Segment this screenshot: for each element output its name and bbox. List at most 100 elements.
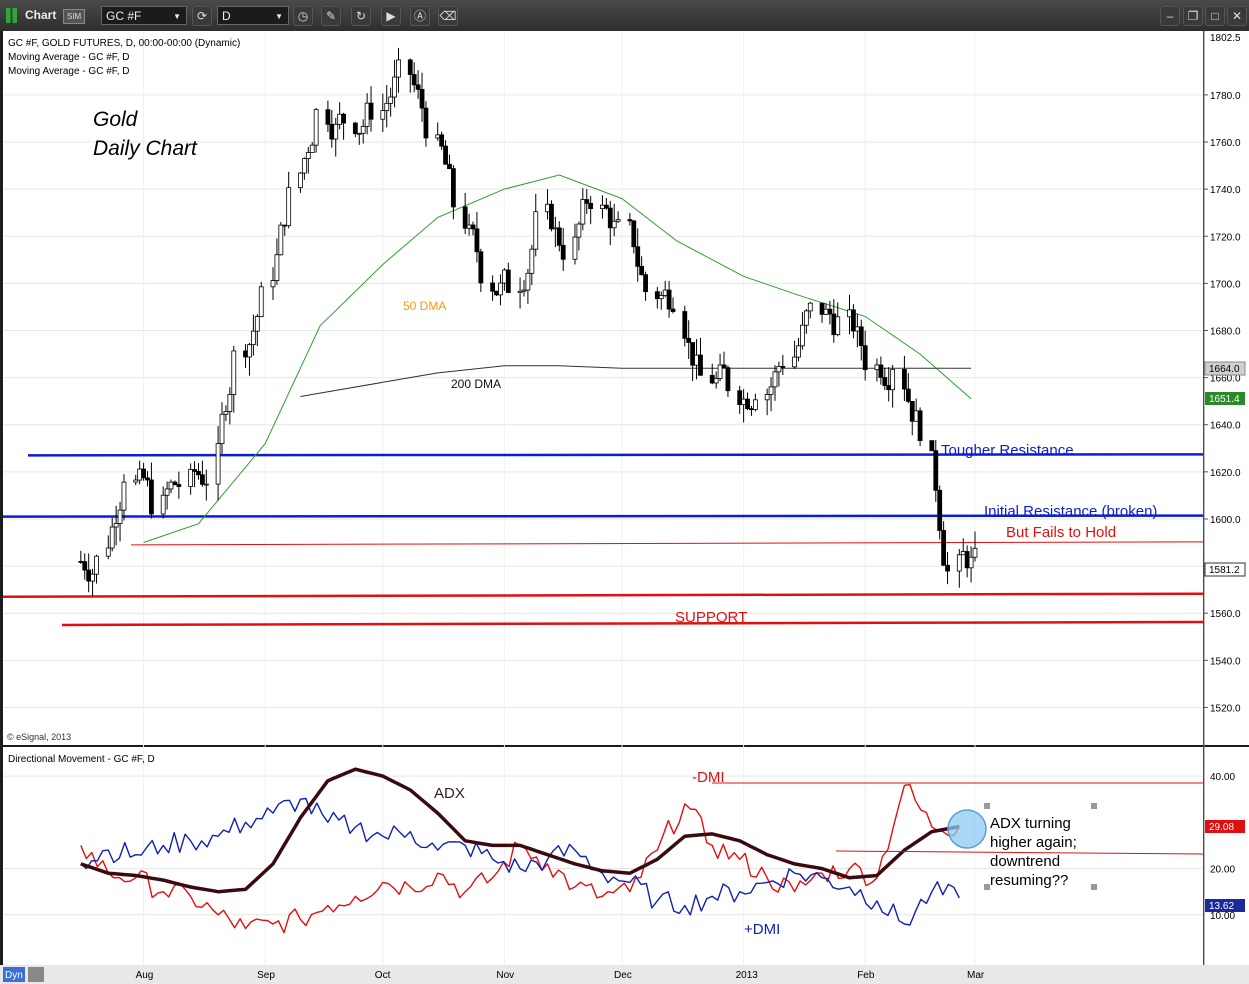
candle-body [851, 309, 856, 332]
initial-resistance-label: Initial Resistance (broken) [984, 503, 1157, 520]
candle-body [933, 450, 939, 491]
price-tick-label: 1640.0 [1210, 421, 1241, 432]
note-line: higher again; [990, 834, 1077, 851]
candle-body [827, 308, 833, 315]
mdmi-label: -DMI [692, 769, 725, 786]
candle-body [607, 207, 613, 229]
note-line: downtrend [990, 853, 1060, 870]
pencil-icon[interactable]: ✎ [321, 6, 341, 26]
candle-body [380, 110, 386, 120]
candle-body [615, 219, 621, 222]
candle-body [854, 326, 860, 332]
badge-last-value: 1581.2 [1209, 565, 1240, 576]
note-handle[interactable] [984, 803, 990, 809]
candle-body [286, 187, 292, 227]
candle-body [902, 369, 907, 390]
candle-body [835, 316, 841, 336]
price-tick-label: 1620.0 [1210, 468, 1241, 479]
chart-subtitle: Daily Chart [93, 137, 198, 160]
candle-body [254, 316, 260, 332]
candle-body [694, 354, 699, 366]
interval-input[interactable]: D ▼ [217, 6, 289, 25]
candle-body [188, 469, 194, 487]
candle-body [462, 206, 468, 229]
candle-body [686, 337, 692, 343]
candle-body [325, 109, 331, 125]
candle-body [423, 107, 429, 139]
candle-body [945, 564, 950, 572]
study-label-ma2: Moving Average - GC #F, D [8, 66, 130, 77]
support-label: SUPPORT [675, 609, 747, 626]
candle-body [109, 526, 115, 549]
badge-200dma-value: 1664.0 [1209, 364, 1240, 375]
dmi-tick-label: 10.00 [1210, 911, 1235, 922]
study-label-price: GC #F, GOLD FUTURES, D, 00:00-00:00 (Dyn… [8, 38, 240, 49]
minimize-icon[interactable]: – [1160, 6, 1180, 26]
play-icon[interactable]: ▶ [381, 6, 401, 26]
candle-body [223, 411, 229, 415]
dropdown-arrow-icon[interactable]: ▼ [173, 7, 181, 26]
candle-body [690, 342, 696, 366]
link-cycle-icon[interactable]: ⟳ [192, 6, 212, 26]
symbol-input[interactable]: GC #F ▼ [101, 6, 187, 25]
candle-body [247, 344, 252, 358]
candle-body [803, 310, 809, 326]
app-label: Chart [25, 8, 57, 22]
candle-body [368, 102, 374, 120]
candle-body [886, 385, 892, 391]
candle-body [627, 219, 633, 222]
candle-body [643, 274, 648, 293]
candle-body [796, 345, 801, 358]
dropdown-arrow-icon[interactable]: ▼ [275, 7, 283, 26]
sync-icon[interactable] [28, 967, 44, 982]
candle-body [831, 313, 837, 336]
highlight-circle[interactable] [947, 809, 987, 849]
dma200-label: 200 DMA [451, 377, 501, 391]
a-circle-icon[interactable]: Ⓐ [410, 6, 430, 26]
candle-body [149, 479, 154, 515]
restore-icon[interactable]: ❐ [1183, 6, 1203, 26]
candle-body [917, 410, 923, 442]
candle-body [682, 311, 688, 339]
chart-title: Gold [93, 108, 139, 131]
candle-body [768, 386, 774, 395]
candle-body [517, 290, 523, 293]
clock-icon[interactable]: ◷ [293, 6, 313, 26]
candle-body [137, 468, 143, 481]
candle-body [105, 547, 111, 557]
candle-body [588, 202, 594, 210]
refresh-icon[interactable]: ↻ [351, 6, 371, 26]
candle-body [741, 398, 747, 406]
month-label: Nov [496, 970, 514, 981]
close-icon[interactable]: ✕ [1227, 6, 1247, 26]
maximize-icon[interactable]: □ [1205, 6, 1225, 26]
title-bar: Chart SIM GC #F ▼ ⟳ D ▼ ◷ ✎ ↻ ▶ Ⓐ ⌫ – ❐ □ … [0, 0, 1249, 32]
candle-body [878, 364, 884, 378]
dyn-label: Dyn [5, 970, 23, 981]
gold-chart[interactable]: 1780.01760.01740.01720.01700.01680.01660… [0, 31, 1249, 984]
month-label: Dec [614, 970, 632, 981]
price-tick-label: 1520.0 [1210, 703, 1241, 714]
candle-body [243, 350, 248, 358]
candle-body [360, 126, 366, 134]
candle-body [396, 59, 401, 78]
note-handle[interactable] [1091, 803, 1097, 809]
candle-body [819, 302, 825, 315]
candle-body [82, 561, 88, 571]
eraser-icon[interactable]: ⌫ [438, 6, 458, 26]
candle-body [882, 377, 888, 386]
candle-body [298, 172, 303, 189]
note-handle[interactable] [1091, 884, 1097, 890]
fails-to-hold-label: But Fails to Hold [1006, 524, 1116, 541]
candle-body [529, 248, 535, 274]
badge-pdmi-value: 13.62 [1209, 901, 1234, 912]
candle-body [937, 489, 943, 531]
price-tick-label: 1780.0 [1210, 91, 1241, 102]
candle-body [352, 122, 358, 134]
candle-body [717, 364, 723, 379]
price-tick-label: 1560.0 [1210, 609, 1241, 620]
candle-body [447, 163, 452, 170]
candle-body [478, 251, 484, 284]
month-label: Mar [967, 970, 985, 981]
candle-body [956, 554, 962, 572]
